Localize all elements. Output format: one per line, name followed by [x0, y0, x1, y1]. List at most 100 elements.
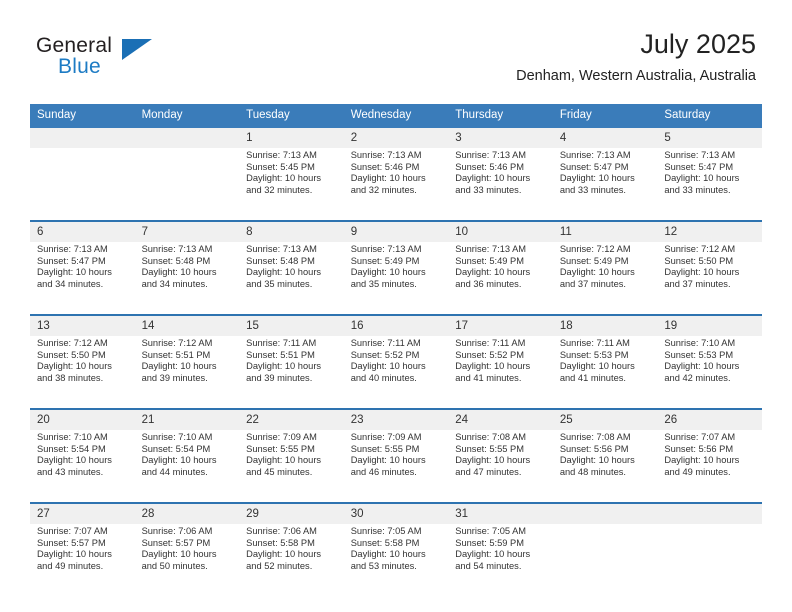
day-cell[interactable]: Sunrise: 7:11 AM Sunset: 5:51 PM Daylight:…	[239, 336, 344, 409]
day-number[interactable]: 17	[448, 314, 553, 336]
day-cell[interactable]: Sunrise: 7:13 AM Sunset: 5:49 PM Daylight:…	[448, 242, 553, 315]
day-info-line: Sunrise: 7:09 AM	[350, 432, 422, 442]
day-info-line: and 49 minutes.	[37, 560, 104, 571]
day-cell[interactable]: Sunrise: 7:10 AM Sunset: 5:54 PM Daylight:…	[134, 430, 240, 503]
day-info-line: Sunset: 5:52 PM	[350, 349, 420, 360]
day-number[interactable]: 14	[134, 314, 240, 336]
day-info-line: Sunrise: 7:11 AM	[455, 338, 526, 348]
day-cell[interactable]: Sunrise: 7:13 AM Sunset: 5:48 PM Daylight:…	[239, 242, 344, 315]
day-number[interactable]: 13	[30, 314, 135, 336]
day-number[interactable]: 1	[239, 128, 344, 148]
day-info-line: Sunset: 5:47 PM	[664, 161, 734, 172]
day-number[interactable]: 7	[134, 220, 240, 242]
day-number[interactable]: 2	[343, 128, 449, 148]
day-number[interactable]: 16	[343, 314, 449, 336]
day-number-empty	[552, 502, 658, 524]
weekday-header-monday: Monday	[134, 104, 240, 128]
day-number[interactable]: 19	[657, 314, 762, 336]
day-cell[interactable]: Sunrise: 7:11 AM Sunset: 5:52 PM Daylight:…	[448, 336, 553, 409]
week-number-row: 27 28 29 30 31	[30, 502, 762, 524]
day-cell[interactable]: Sunrise: 7:13 AM Sunset: 5:49 PM Daylight:…	[343, 242, 449, 315]
day-cell[interactable]: Sunrise: 7:11 AM Sunset: 5:53 PM Daylight:…	[552, 336, 658, 409]
day-info-line: Daylight: 10 hours	[350, 361, 426, 372]
day-cell[interactable]: Sunrise: 7:12 AM Sunset: 5:50 PM Daylight:…	[30, 336, 135, 409]
day-info-line: Daylight: 10 hours	[559, 173, 635, 184]
day-number[interactable]: 6	[30, 220, 135, 242]
day-info-line: Sunset: 5:51 PM	[246, 349, 315, 360]
day-info-line: Sunrise: 7:13 AM	[246, 244, 317, 254]
day-cell[interactable]: Sunrise: 7:09 AM Sunset: 5:55 PM Daylight:…	[239, 430, 344, 503]
day-cell[interactable]: Sunrise: 7:07 AM Sunset: 5:57 PM Daylight:…	[30, 524, 135, 596]
day-info-line: Sunset: 5:46 PM	[350, 161, 420, 172]
page-title: July 2025	[640, 29, 756, 59]
day-cell[interactable]: Sunrise: 7:05 AM Sunset: 5:59 PM Daylight:…	[448, 524, 553, 596]
day-number[interactable]: 31	[448, 502, 553, 524]
day-number[interactable]: 26	[657, 408, 762, 430]
day-number[interactable]: 5	[657, 128, 762, 148]
day-cell[interactable]: Sunrise: 7:13 AM Sunset: 5:46 PM Daylight:…	[343, 148, 449, 221]
general-blue-logo[interactable]: General Blue	[36, 34, 236, 86]
day-cell[interactable]: Sunrise: 7:07 AM Sunset: 5:56 PM Daylight:…	[657, 430, 762, 503]
day-cell[interactable]: Sunrise: 7:12 AM Sunset: 5:49 PM Daylight:…	[552, 242, 658, 315]
day-cell[interactable]: Sunrise: 7:13 AM Sunset: 5:48 PM Daylight:…	[134, 242, 240, 315]
day-number[interactable]: 25	[552, 408, 658, 430]
day-info-line: Sunset: 5:48 PM	[141, 255, 211, 266]
day-number[interactable]: 20	[30, 408, 135, 430]
day-number[interactable]: 21	[134, 408, 240, 430]
day-info-line: and 47 minutes.	[455, 466, 522, 477]
day-info-line: Sunrise: 7:12 AM	[37, 338, 108, 348]
day-cell[interactable]: Sunrise: 7:11 AM Sunset: 5:52 PM Daylight:…	[343, 336, 449, 409]
day-info-line: Sunset: 5:59 PM	[455, 537, 524, 548]
day-cell[interactable]: Sunrise: 7:05 AM Sunset: 5:58 PM Daylight:…	[343, 524, 449, 596]
day-number[interactable]: 27	[30, 502, 135, 524]
day-info-line: and 52 minutes.	[246, 560, 313, 571]
day-info-line: Sunset: 5:46 PM	[455, 161, 524, 172]
day-cell[interactable]: Sunrise: 7:06 AM Sunset: 5:57 PM Daylight:…	[134, 524, 240, 596]
day-number[interactable]: 24	[448, 408, 553, 430]
day-number[interactable]: 3	[448, 128, 553, 148]
day-number[interactable]: 18	[552, 314, 658, 336]
day-info-line: Sunrise: 7:09 AM	[246, 432, 317, 442]
day-info-line: Sunset: 5:49 PM	[559, 255, 629, 266]
day-info-line: and 49 minutes.	[664, 466, 731, 477]
day-cell[interactable]: Sunrise: 7:09 AM Sunset: 5:55 PM Daylight:…	[343, 430, 449, 503]
day-cell[interactable]: Sunrise: 7:13 AM Sunset: 5:45 PM Daylight:…	[239, 148, 344, 221]
day-number[interactable]: 9	[343, 220, 449, 242]
day-info-line: and 46 minutes.	[350, 466, 417, 477]
day-info-line: Daylight: 10 hours	[455, 173, 531, 184]
day-info-line: Sunset: 5:50 PM	[37, 349, 106, 360]
weekday-header-tuesday: Tuesday	[239, 104, 344, 128]
day-number[interactable]: 15	[239, 314, 344, 336]
day-number[interactable]: 23	[343, 408, 449, 430]
day-info-line: Sunrise: 7:11 AM	[350, 338, 421, 348]
day-number[interactable]: 11	[552, 220, 658, 242]
day-cell[interactable]: Sunrise: 7:06 AM Sunset: 5:58 PM Daylight:…	[239, 524, 344, 596]
day-cell[interactable]: Sunrise: 7:13 AM Sunset: 5:46 PM Daylight:…	[448, 148, 553, 221]
day-number[interactable]: 10	[448, 220, 553, 242]
day-number[interactable]: 30	[343, 502, 449, 524]
day-cell[interactable]: Sunrise: 7:12 AM Sunset: 5:50 PM Daylight:…	[657, 242, 762, 315]
day-info-line: Sunset: 5:49 PM	[455, 255, 524, 266]
day-cell[interactable]: Sunrise: 7:10 AM Sunset: 5:53 PM Daylight:…	[657, 336, 762, 409]
day-info-line: Sunrise: 7:07 AM	[664, 432, 736, 442]
day-cell[interactable]: Sunrise: 7:13 AM Sunset: 5:47 PM Daylight:…	[657, 148, 762, 221]
day-info-line: Daylight: 10 hours	[664, 173, 740, 184]
day-cell[interactable]: Sunrise: 7:13 AM Sunset: 5:47 PM Daylight:…	[30, 242, 135, 315]
day-number[interactable]: 29	[239, 502, 344, 524]
day-cell[interactable]: Sunrise: 7:08 AM Sunset: 5:55 PM Daylight:…	[448, 430, 553, 503]
day-cell[interactable]: Sunrise: 7:12 AM Sunset: 5:51 PM Daylight:…	[134, 336, 240, 409]
day-cell[interactable]: Sunrise: 7:10 AM Sunset: 5:54 PM Daylight:…	[30, 430, 135, 503]
day-number[interactable]: 12	[657, 220, 762, 242]
day-info-line: and 35 minutes.	[350, 278, 417, 289]
day-info-line: Sunset: 5:55 PM	[350, 443, 420, 454]
day-info-line: and 50 minutes.	[141, 560, 208, 571]
day-number[interactable]: 4	[552, 128, 658, 148]
day-info-line: Daylight: 10 hours	[455, 455, 531, 466]
week-detail-row: Sunrise: 7:10 AM Sunset: 5:54 PM Daylight:…	[30, 430, 762, 503]
day-info-line: and 53 minutes.	[350, 560, 417, 571]
day-cell[interactable]: Sunrise: 7:08 AM Sunset: 5:56 PM Daylight:…	[552, 430, 658, 503]
day-cell[interactable]: Sunrise: 7:13 AM Sunset: 5:47 PM Daylight:…	[552, 148, 658, 221]
day-number[interactable]: 22	[239, 408, 344, 430]
day-number[interactable]: 8	[239, 220, 344, 242]
day-number[interactable]: 28	[134, 502, 240, 524]
